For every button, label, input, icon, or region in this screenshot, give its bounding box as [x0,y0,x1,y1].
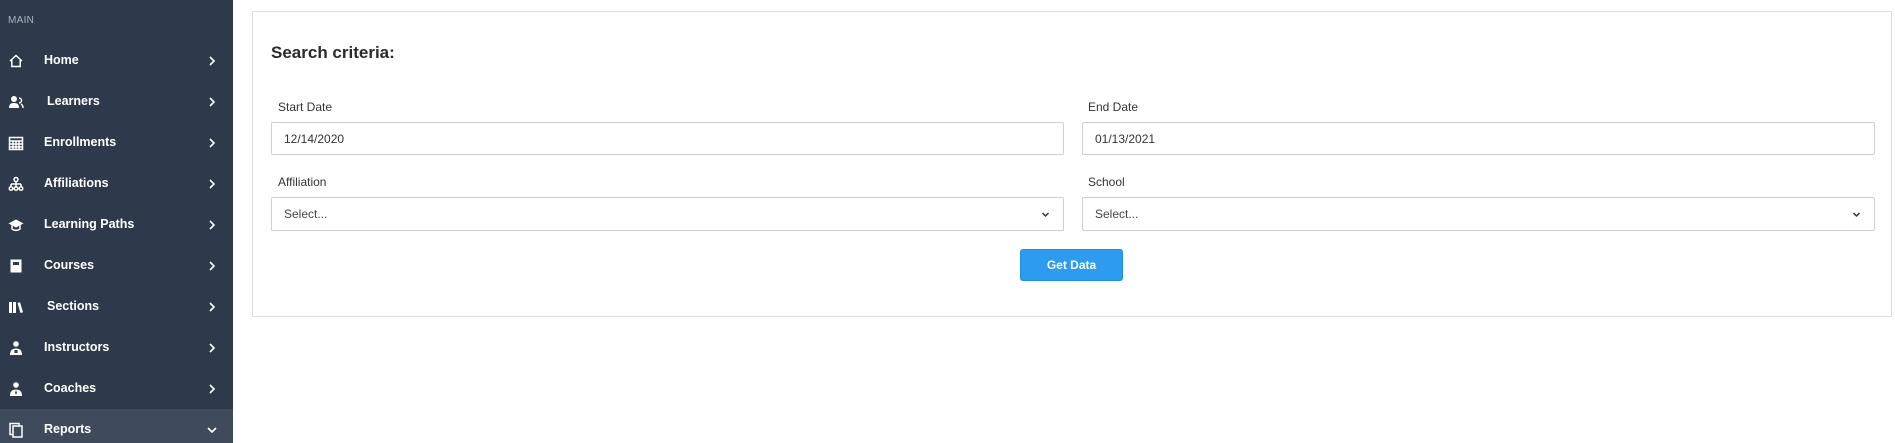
chevron-right-icon [206,177,218,189]
sidebar-item-learning-paths[interactable]: Learning Paths [0,204,233,245]
affiliation-select[interactable]: Select... [271,197,1064,231]
sidebar-item-label: Coaches [44,381,97,395]
sidebar-item-label: Instructors [44,340,110,354]
sidebar-item-label: Sections [47,299,100,313]
affiliation-label: Affiliation [278,175,327,189]
sidebar-section-label: MAIN [8,15,35,26]
end-date-input[interactable] [1082,122,1875,155]
sidebar-item-enrollments[interactable]: Enrollments [0,122,233,163]
sidebar-item-instructors[interactable]: Instructors [0,327,233,368]
sidebar-item-affiliations[interactable]: Affiliations [0,163,233,204]
sidebar-item-label: Affiliations [44,176,109,190]
book-icon [8,258,24,274]
reports-icon [8,422,24,438]
org-chart-icon [8,176,24,192]
books-icon [8,299,24,315]
sidebar-item-courses[interactable]: Courses [0,245,233,286]
chevron-down-icon [206,423,218,435]
school-label: School [1088,175,1125,189]
sidebar-item-coaches[interactable]: Coaches [0,368,233,409]
chevron-right-icon [206,218,218,230]
chevron-right-icon [206,259,218,271]
chevron-right-icon [206,382,218,394]
graduation-cap-icon [8,217,24,233]
chevron-right-icon [206,95,218,107]
search-criteria-card: Search criteria: Start Date End Date Aff… [252,11,1892,317]
get-data-button[interactable]: Get Data [1020,249,1123,281]
sidebar-item-learners[interactable]: Learners [0,81,233,122]
chevron-right-icon [206,136,218,148]
coach-icon [8,381,24,397]
chevron-down-icon [1040,209,1051,220]
sidebar-item-label: Enrollments [44,135,117,149]
sidebar-item-sections[interactable]: Sections [0,286,233,327]
chevron-right-icon [206,341,218,353]
sidebar-item-label: Home [44,53,79,67]
school-select-value: Select... [1095,207,1139,221]
instructor-icon [8,340,24,356]
sidebar-item-reports[interactable]: Reports [0,409,233,443]
school-select[interactable]: Select... [1082,197,1875,231]
sidebar-nav: Home Learners Enrollments Affiliations L… [0,40,233,443]
affiliation-select-value: Select... [284,207,328,221]
chevron-right-icon [206,54,218,66]
start-date-input[interactable] [271,122,1064,155]
card-title: Search criteria: [271,43,395,62]
home-icon [8,53,24,69]
sidebar-item-label: Learners [47,94,100,108]
chevron-down-icon [1851,209,1862,220]
sidebar-item-label: Learning Paths [44,217,135,231]
user-group-icon [8,94,24,110]
chevron-right-icon [206,300,218,312]
start-date-label: Start Date [278,100,333,114]
sidebar-item-label: Reports [44,422,92,436]
end-date-label: End Date [1088,100,1139,114]
sidebar: MAIN Home Learners Enrollments Affiliati… [0,0,233,443]
sidebar-item-label: Courses [44,258,95,272]
calendar-grid-icon [8,135,24,151]
sidebar-item-home[interactable]: Home [0,40,233,81]
